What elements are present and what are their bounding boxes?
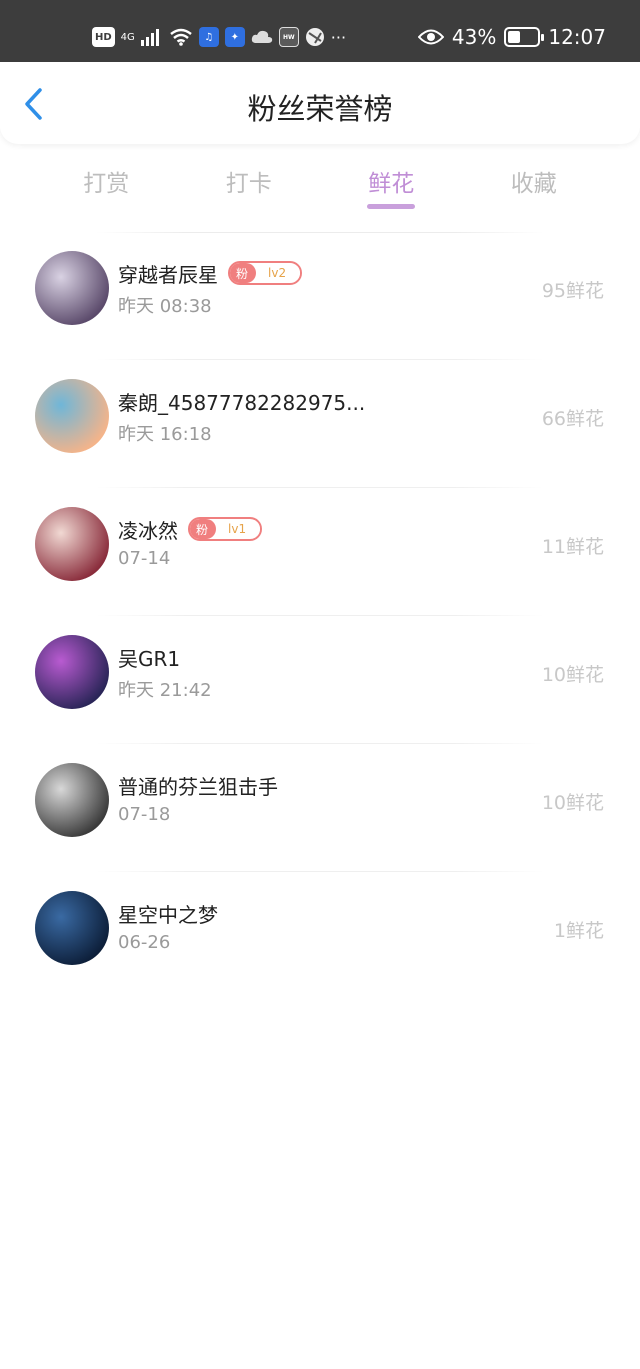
fan-badge-level: lv2 bbox=[256, 266, 301, 280]
tab-collect[interactable]: 收藏 bbox=[463, 160, 606, 220]
status-bar: HD 4G ♫ ✦ HW ··· 43% 12:07 bbox=[0, 0, 640, 62]
fan-time: 07-14 bbox=[118, 548, 171, 569]
fan-list-item[interactable]: 穿越者辰星 粉 lv2 昨天 08:38 95鲜花 bbox=[0, 232, 640, 360]
fan-name: 凌冰然 bbox=[118, 518, 178, 543]
fan-list-item[interactable]: 凌冰然 粉 lv1 07-14 11鲜花 bbox=[0, 488, 640, 616]
fan-time: 昨天 21:42 bbox=[118, 680, 212, 701]
fan-badge-level: lv1 bbox=[216, 522, 261, 536]
battery-icon bbox=[504, 27, 545, 47]
status-icons-left: HD 4G ♫ ✦ HW ··· bbox=[92, 22, 346, 52]
avatar[interactable] bbox=[35, 379, 109, 453]
hd-icon: HD bbox=[92, 27, 115, 47]
header-bar: 粉丝荣誉榜 bbox=[0, 62, 640, 144]
fan-name-line: 吴GR1 bbox=[118, 643, 180, 671]
fan-name-line: 普通的芬兰狙击手 bbox=[118, 771, 278, 799]
fan-time: 昨天 16:18 bbox=[118, 424, 212, 445]
fan-level-badge: 粉 lv2 bbox=[228, 261, 303, 285]
fan-list-item[interactable]: 秦朗_45877782282975... 昨天 16:18 66鲜花 bbox=[0, 360, 640, 488]
fan-score: 11鲜花 bbox=[541, 536, 604, 558]
fan-time: 06-26 bbox=[118, 932, 171, 953]
bulb-app-icon: ✦ bbox=[224, 27, 245, 47]
signal-icon bbox=[140, 29, 159, 46]
music-app-icon: ♫ bbox=[198, 27, 219, 47]
avatar[interactable] bbox=[35, 635, 109, 709]
page-title: 粉丝荣誉榜 bbox=[247, 92, 393, 126]
fan-list-item[interactable]: 吴GR1 昨天 21:42 10鲜花 bbox=[0, 616, 640, 744]
tab-flowers[interactable]: 鲜花 bbox=[320, 160, 463, 220]
huawei-app-icon: HW bbox=[278, 27, 299, 47]
fan-list: 穿越者辰星 粉 lv2 昨天 08:38 95鲜花 秦朗_458777822829… bbox=[0, 232, 640, 1000]
fan-list-item[interactable]: 普通的芬兰狙击手 07-18 10鲜花 bbox=[0, 744, 640, 872]
fan-score: 1鲜花 bbox=[553, 920, 604, 942]
fan-badge-label: 粉 bbox=[190, 519, 217, 539]
fan-name: 吴GR1 bbox=[118, 646, 181, 671]
battery-percent: 43% bbox=[451, 25, 497, 49]
tab-checkin[interactable]: 打卡 bbox=[178, 160, 321, 220]
fan-score: 10鲜花 bbox=[541, 792, 604, 814]
network-4g-icon: 4G bbox=[120, 31, 135, 43]
fan-time: 昨天 08:38 bbox=[118, 296, 212, 317]
avatar[interactable] bbox=[35, 891, 109, 965]
fan-name: 星空中之梦 bbox=[118, 902, 218, 927]
fan-score: 10鲜花 bbox=[541, 664, 604, 686]
fan-time: 07-18 bbox=[118, 804, 171, 825]
fan-badge-label: 粉 bbox=[230, 263, 257, 283]
fan-score: 95鲜花 bbox=[541, 280, 604, 302]
tab-bar: 打赏 打卡 鲜花 收藏 bbox=[35, 160, 605, 220]
fan-score: 66鲜花 bbox=[541, 408, 604, 430]
fan-name: 秦朗_45877782282975... bbox=[118, 390, 366, 415]
tab-tip[interactable]: 打赏 bbox=[35, 160, 178, 220]
more-icon: ··· bbox=[330, 27, 347, 47]
browser-app-icon bbox=[305, 28, 324, 46]
fan-name-line: 星空中之梦 bbox=[118, 899, 218, 927]
avatar[interactable] bbox=[35, 507, 109, 581]
wifi-icon bbox=[170, 28, 192, 46]
fan-name: 普通的芬兰狙击手 bbox=[118, 774, 278, 799]
fan-name: 穿越者辰星 bbox=[118, 262, 218, 287]
fan-name-line: 秦朗_45877782282975... bbox=[118, 387, 365, 415]
fan-name-line: 穿越者辰星 粉 lv2 bbox=[118, 259, 303, 287]
avatar[interactable] bbox=[35, 251, 109, 325]
clock: 12:07 bbox=[548, 25, 606, 49]
eye-comfort-icon bbox=[417, 29, 444, 45]
fan-level-badge: 粉 lv1 bbox=[188, 517, 263, 541]
status-icons-right: 43% 12:07 bbox=[417, 22, 606, 52]
avatar[interactable] bbox=[35, 763, 109, 837]
fan-name-line: 凌冰然 粉 lv1 bbox=[118, 515, 263, 543]
fan-list-item[interactable]: 星空中之梦 06-26 1鲜花 bbox=[0, 872, 640, 1000]
cloud-icon bbox=[251, 30, 272, 43]
